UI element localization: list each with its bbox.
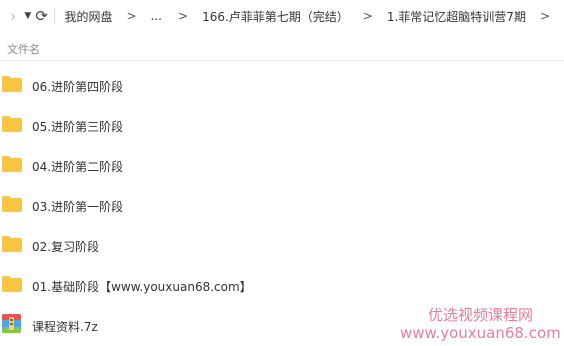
folder-icon [2, 236, 22, 252]
breadcrumb-separator: > [539, 9, 551, 23]
file-name[interactable]: 04.进阶第二阶段 [32, 158, 123, 175]
watermark: 优选视频课程网 www.youxuan68.com [400, 300, 564, 346]
folder-row[interactable]: 02.复习阶段 [0, 226, 564, 266]
watermark-title: 优选视频课程网 [428, 306, 534, 324]
breadcrumb-parent[interactable]: 166.卢菲菲第七期（完结） [202, 8, 349, 25]
file-name[interactable]: 01.基础阶段【www.youxuan68.com】 [32, 278, 252, 295]
breadcrumb-separator: > [178, 9, 189, 23]
folder-icon [2, 156, 22, 172]
refresh-icon[interactable]: ⟳ [35, 4, 48, 28]
file-name[interactable]: 03.进阶第一阶段 [32, 198, 123, 215]
folder-row[interactable]: 03.进阶第一阶段 [0, 186, 564, 226]
breadcrumb-current[interactable]: 1.菲常记忆超脑特训营7期 [387, 8, 526, 25]
breadcrumb-separator: > [362, 9, 373, 23]
file-name[interactable]: 02.复习阶段 [32, 238, 99, 255]
folder-row[interactable]: 04.进阶第二阶段 [0, 146, 564, 186]
archive-icon [2, 314, 21, 333]
folder-icon [2, 276, 22, 292]
back-chevron-icon[interactable]: › [8, 4, 18, 28]
folder-row[interactable]: 05.进阶第三阶段 [0, 106, 564, 146]
folder-icon [2, 76, 22, 92]
folder-row[interactable]: 06.进阶第四阶段 [0, 66, 564, 106]
file-name[interactable]: 06.进阶第四阶段 [32, 78, 123, 95]
breadcrumb-root[interactable]: 我的网盘 [64, 8, 112, 25]
toolbar-divider [53, 8, 55, 24]
folder-icon [2, 116, 22, 132]
folder-icon [2, 196, 22, 212]
watermark-url: www.youxuan68.com [400, 324, 561, 342]
breadcrumb-separator: > [126, 9, 137, 23]
column-header-filename[interactable]: 文件名 [7, 41, 40, 57]
list-header: 文件名 [0, 36, 564, 61]
file-name[interactable]: 课程资料.7z [32, 318, 98, 335]
navigation-bar: › ▼ ⟳ 我的网盘 > ... > 166.卢菲菲第七期（完结） > 1.菲常… [0, 0, 564, 32]
breadcrumb-ellipsis[interactable]: ... [151, 9, 162, 23]
file-name[interactable]: 05.进阶第三阶段 [32, 118, 123, 135]
caret-down-icon[interactable]: ▼ [24, 4, 31, 28]
